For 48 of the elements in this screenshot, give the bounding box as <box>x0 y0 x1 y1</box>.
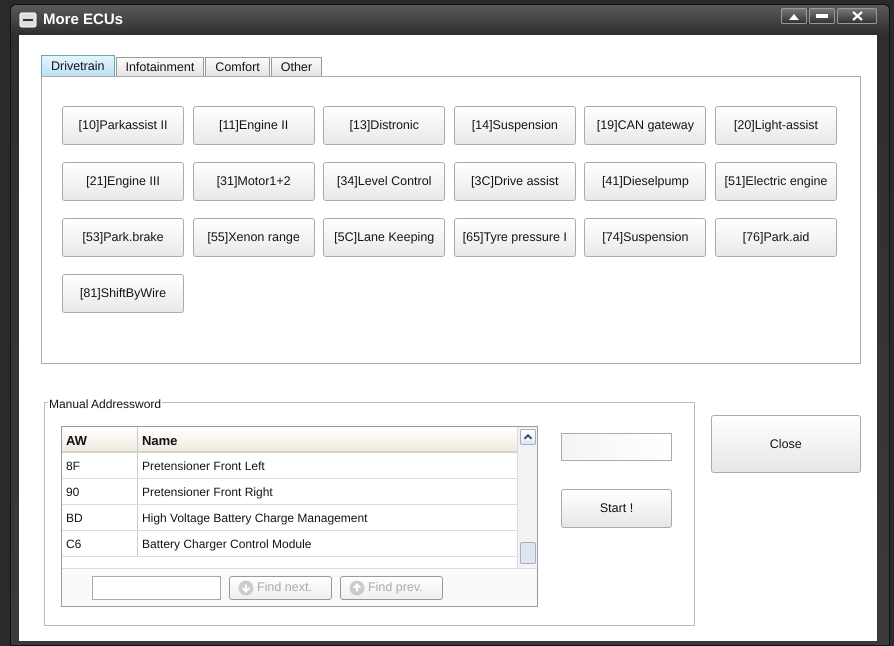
tab[interactable]: Infotainment <box>116 57 204 76</box>
ecu-button[interactable]: [14]Suspension <box>454 106 576 145</box>
scroll-up-button[interactable] <box>520 429 536 445</box>
table-cell: C6 <box>62 531 138 556</box>
minimize-icon <box>816 14 828 18</box>
ecu-button[interactable]: [10]Parkassist II <box>62 106 184 145</box>
ecu-button[interactable]: [51]Electric engine <box>714 162 837 201</box>
ecu-button[interactable]: [76]Park.aid <box>714 218 837 257</box>
table-cell: 90 <box>62 479 138 504</box>
search-field[interactable] <box>92 576 221 600</box>
tab[interactable]: Comfort <box>205 57 270 76</box>
scrollbar[interactable] <box>517 427 537 568</box>
table-cell-text: High Voltage Battery Charge Management <box>141 510 368 527</box>
address-field[interactable] <box>561 433 672 461</box>
table-cell-text: Pretensioner Front Right <box>141 484 274 501</box>
ecu-button[interactable]: [21]Engine III <box>62 162 184 201</box>
ecu-button[interactable]: [20]Light-assist <box>714 106 837 145</box>
ecu-button[interactable]: [55]Xenon range <box>192 218 315 257</box>
ecu-button[interactable]: [31]Motor1+2 <box>192 162 315 201</box>
ecu-button[interactable]: [19]CAN gateway <box>584 106 706 145</box>
table-cell: 8F <box>62 453 138 478</box>
ecu-button[interactable]: [5C]Lane Keeping <box>323 218 446 257</box>
close-window-button[interactable] <box>837 8 877 24</box>
start-button[interactable]: Start ! <box>561 489 672 528</box>
close-icon <box>852 11 862 21</box>
table-cell: BD <box>62 505 138 530</box>
tab[interactable]: Other <box>270 57 322 76</box>
table-cell-text: Pretensioner Front Left <box>141 458 266 475</box>
restore-button[interactable] <box>781 8 807 24</box>
ecu-button[interactable]: [34]Level Control <box>323 162 446 201</box>
up-triangle-icon <box>789 12 799 20</box>
ecu-button[interactable]: [81]ShiftByWire <box>62 274 184 313</box>
minimize-button[interactable] <box>809 8 835 24</box>
ecu-button[interactable]: [65]Tyre pressure I <box>454 218 576 257</box>
window-title: More ECUs <box>43 10 124 30</box>
column-header[interactable]: Name <box>138 427 517 451</box>
ecu-button[interactable]: [3C]Drive assist <box>454 162 576 201</box>
system-menu-icon[interactable] <box>19 12 37 28</box>
ecu-button[interactable]: [41]Dieselpump <box>584 162 706 201</box>
ecu-button[interactable]: [11]Engine II <box>192 106 315 145</box>
column-header[interactable]: AW <box>62 427 138 451</box>
tab[interactable]: Drivetrain <box>41 55 114 76</box>
table-cell-text: Battery Charger Control Module <box>141 536 312 553</box>
ecu-button[interactable]: [13]Distronic <box>323 106 446 145</box>
close-button[interactable]: Close <box>710 415 861 473</box>
ecu-button[interactable]: [53]Park.brake <box>62 218 184 257</box>
ecu-button[interactable]: [74]Suspension <box>584 218 706 257</box>
scroll-thumb[interactable] <box>520 542 536 564</box>
